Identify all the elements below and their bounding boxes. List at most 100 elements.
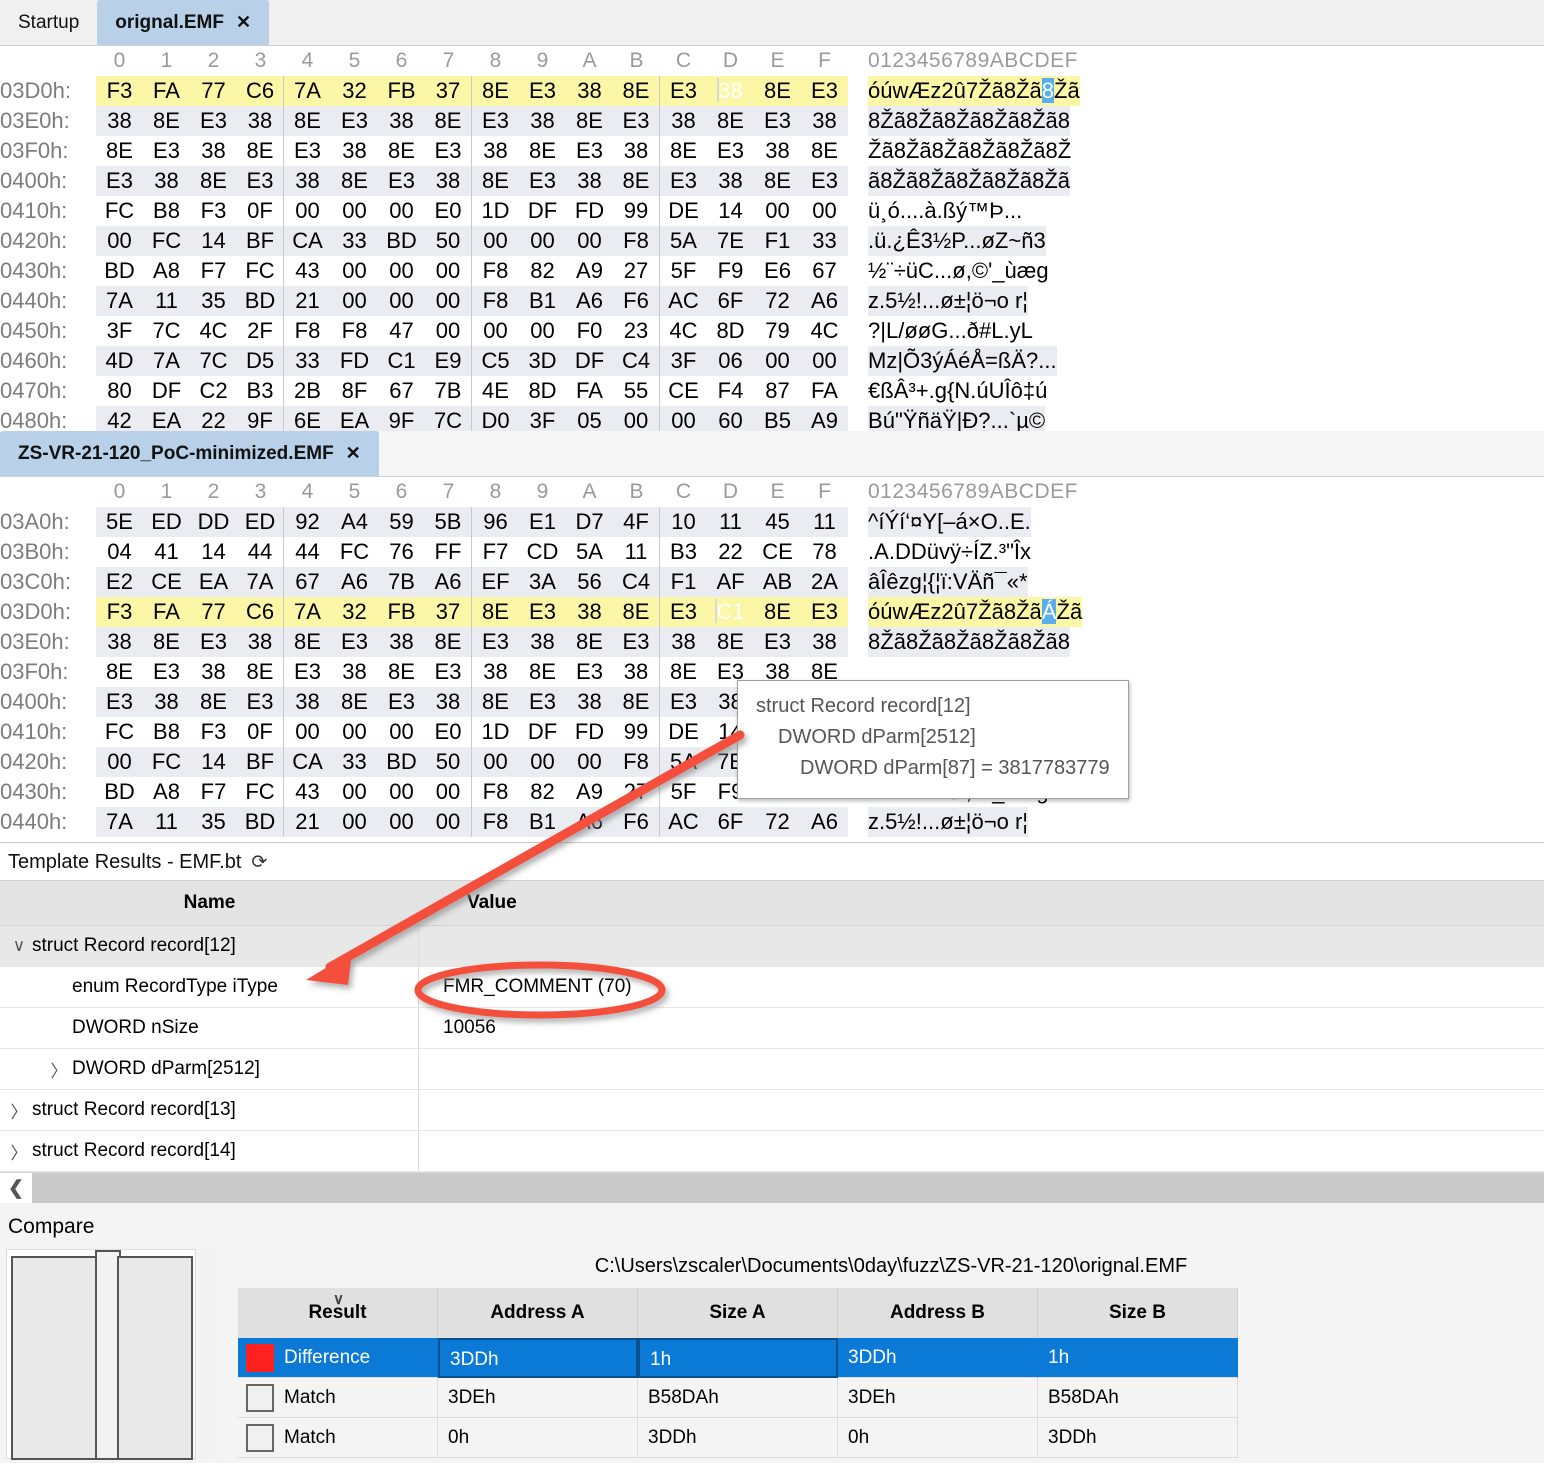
hex-byte[interactable]: C2 <box>190 376 237 406</box>
hex-byte[interactable]: E3 <box>284 657 331 687</box>
table-row[interactable]: Difference3DDh1h3DDh1h <box>238 1338 1238 1378</box>
hex-panel-top[interactable]: 0123456789ABCDEF 0123456789ABCDEF 03D0h:… <box>0 46 1544 431</box>
hex-byte[interactable]: 4C <box>190 316 237 346</box>
hex-byte[interactable]: 38 <box>425 687 472 717</box>
hex-byte[interactable]: 8E <box>331 166 378 196</box>
hex-byte[interactable]: 8D <box>519 376 566 406</box>
hex-byte[interactable]: 50 <box>425 747 472 777</box>
hex-byte[interactable]: 38 <box>378 627 425 657</box>
column-header-name[interactable]: Name <box>0 892 419 914</box>
template-results-row[interactable]: 〉struct Record record[14] <box>0 1131 1544 1172</box>
hex-byte[interactable]: 5F <box>660 777 707 807</box>
tab-startup[interactable]: Startup <box>0 0 97 45</box>
hex-byte[interactable]: 2A <box>801 567 848 597</box>
hex-byte[interactable]: 00 <box>378 256 425 286</box>
hex-byte[interactable]: B1 <box>519 807 566 837</box>
hex-byte[interactable]: 38 <box>237 106 284 136</box>
hex-byte[interactable]: 00 <box>425 256 472 286</box>
hex-byte[interactable]: 8E <box>190 166 237 196</box>
ascii-text[interactable]: ½¨÷üC...ø,©'_ùæg <box>868 256 1049 286</box>
hex-byte[interactable]: 38 <box>96 627 143 657</box>
sort-caret-icon[interactable]: ∨ <box>333 1290 344 1308</box>
hex-row[interactable]: 0400h:E3388EE3388EE3388EE3388EE3388EE3ã8… <box>0 166 1544 196</box>
hex-byte[interactable]: E3 <box>660 687 707 717</box>
hex-byte[interactable]: 3F <box>519 406 566 431</box>
hex-byte[interactable]: 11 <box>801 507 848 537</box>
hex-byte[interactable]: EF <box>472 567 519 597</box>
hex-byte[interactable]: 7A <box>284 76 331 106</box>
hex-byte[interactable]: 14 <box>190 747 237 777</box>
hex-byte[interactable]: F8 <box>472 807 519 837</box>
hex-byte[interactable]: 76 <box>378 537 425 567</box>
hex-byte[interactable]: FC <box>96 717 143 747</box>
hex-byte[interactable]: 38 <box>331 136 378 166</box>
template-results-name-cell[interactable]: DWORD nSize <box>0 1008 419 1048</box>
ascii-text[interactable]: €ßÂ³+.g{N.úUÎô‡ú <box>868 376 1047 406</box>
hex-byte[interactable]: 00 <box>96 747 143 777</box>
ascii-text[interactable]: 8Žã8Žã8Žã8Žã8Žã8 <box>868 106 1070 136</box>
hex-byte[interactable]: D5 <box>237 346 284 376</box>
hex-byte[interactable]: 11 <box>613 537 660 567</box>
ascii-text[interactable]: ü¸ó....à.ßý™Þ... <box>868 196 1022 226</box>
hex-byte[interactable]: F9 <box>707 256 754 286</box>
hex-byte[interactable]: 7A <box>143 346 190 376</box>
hex-byte[interactable]: 22 <box>190 406 237 431</box>
refresh-icon[interactable]: ⟳ <box>251 851 267 874</box>
hex-byte[interactable]: FC <box>143 226 190 256</box>
hex-byte[interactable]: E3 <box>284 136 331 166</box>
hex-byte[interactable]: 00 <box>472 316 519 346</box>
hex-row[interactable]: 03E0h:388EE3388EE3388EE3388EE3388EE3388Ž… <box>0 106 1544 136</box>
hex-byte[interactable]: DE <box>660 717 707 747</box>
hex-byte[interactable]: 7A <box>96 286 143 316</box>
hex-byte[interactable]: B3 <box>237 376 284 406</box>
hex-byte[interactable]: 38 <box>331 657 378 687</box>
hex-byte[interactable]: A9 <box>566 777 613 807</box>
hex-byte[interactable]: EA <box>143 406 190 431</box>
hex-byte[interactable]: 8E <box>237 136 284 166</box>
hex-byte[interactable]: 99 <box>613 717 660 747</box>
table-row[interactable]: Match3DEhB58DAh3DEhB58DAh <box>238 1378 1238 1418</box>
hex-byte[interactable]: E3 <box>754 627 801 657</box>
hex-byte[interactable]: BF <box>237 226 284 256</box>
hex-byte[interactable]: 99 <box>613 196 660 226</box>
hex-byte[interactable]: E3 <box>331 627 378 657</box>
hex-byte[interactable]: 11 <box>143 286 190 316</box>
template-results-row[interactable]: DWORD nSize10056 <box>0 1008 1544 1049</box>
hex-byte[interactable]: 78 <box>801 537 848 567</box>
hex-byte[interactable]: 27 <box>613 256 660 286</box>
hex-byte[interactable]: EA <box>331 406 378 431</box>
hex-byte[interactable]: 0F <box>237 717 284 747</box>
hex-byte[interactable]: 8E <box>237 657 284 687</box>
hex-byte[interactable]: BD <box>237 286 284 316</box>
hex-byte[interactable]: E3 <box>566 657 613 687</box>
ascii-text[interactable]: 8Žã8Žã8Žã8Žã8Žã8 <box>868 627 1070 657</box>
hex-byte[interactable]: 8E <box>613 166 660 196</box>
hex-byte[interactable]: 4E <box>472 376 519 406</box>
hex-byte[interactable]: CE <box>754 537 801 567</box>
hex-byte[interactable]: 00 <box>378 286 425 316</box>
hex-byte[interactable]: 55 <box>613 376 660 406</box>
hex-byte[interactable]: E9 <box>425 346 472 376</box>
hex-byte[interactable]: B5 <box>754 406 801 431</box>
hex-byte[interactable]: 8E <box>613 597 660 627</box>
hex-row[interactable]: 0480h:42EA229F6EEA9F7CD03F05000060B5A9Bú… <box>0 406 1544 431</box>
hex-byte[interactable]: 00 <box>331 256 378 286</box>
ascii-text[interactable]: z.5½!...ø±¦ö¬o r¦ <box>868 286 1028 316</box>
hex-byte[interactable]: 60 <box>707 406 754 431</box>
hex-byte[interactable]: F8 <box>331 316 378 346</box>
hex-byte[interactable]: F7 <box>472 537 519 567</box>
hex-byte[interactable]: E3 <box>613 627 660 657</box>
hex-byte[interactable]: 38 <box>566 166 613 196</box>
hex-byte[interactable]: F1 <box>660 567 707 597</box>
hex-byte[interactable]: 37 <box>425 76 472 106</box>
tab-orignal-emf[interactable]: orignal.EMF ✕ <box>97 0 269 45</box>
hex-byte[interactable]: DE <box>660 196 707 226</box>
ascii-text[interactable]: ã8Žã8Žã8Žã8Žã8Žã <box>868 166 1070 196</box>
hex-byte[interactable]: 8E <box>754 76 801 106</box>
hex-byte[interactable]: 00 <box>566 747 613 777</box>
template-results-row[interactable]: 〉struct Record record[13] <box>0 1090 1544 1131</box>
hex-byte[interactable]: 33 <box>284 346 331 376</box>
hex-byte[interactable]: 2F <box>237 316 284 346</box>
template-results-name-cell[interactable]: 〉struct Record record[14] <box>0 1131 419 1171</box>
hex-byte[interactable]: E1 <box>519 507 566 537</box>
